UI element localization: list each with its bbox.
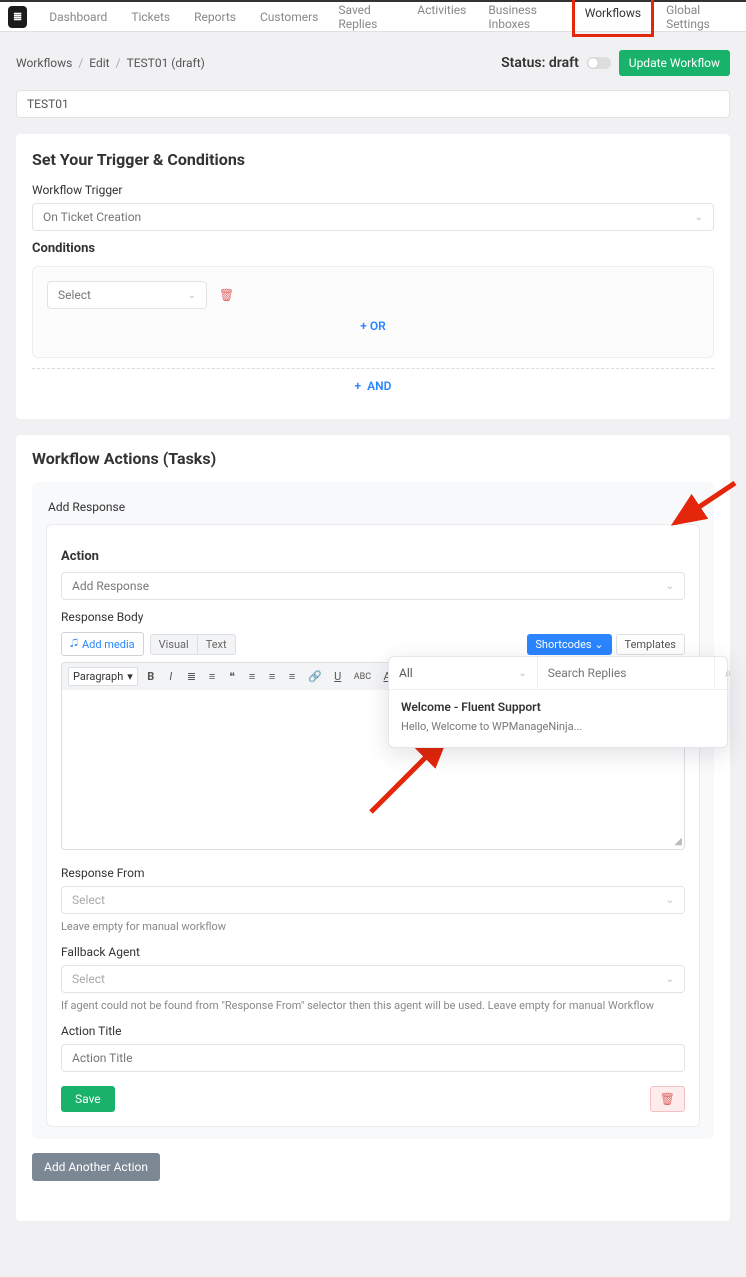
shortcodes-button[interactable]: Shortcodes ⌄ (527, 634, 611, 655)
response-from-help: Leave empty for manual workflow (61, 920, 685, 933)
breadcrumb-sep-2: / (116, 56, 121, 70)
dropdown-icon: ▾ (127, 670, 133, 683)
top-nav: ≣ Dashboard Tickets Reports Customers Sa… (0, 0, 746, 32)
underline-button[interactable]: U (331, 668, 345, 685)
status-block: Status: draft Update Workflow (501, 50, 730, 76)
ul-button[interactable]: ≣ (184, 668, 199, 685)
nav-dashboard[interactable]: Dashboard (39, 4, 117, 30)
nav-left: Dashboard Tickets Reports Customers (39, 4, 328, 30)
nav-saved-replies[interactable]: Saved Replies (328, 0, 405, 37)
breadcrumb-current: TEST01 (draft) (127, 56, 205, 70)
nav-customers[interactable]: Customers (250, 4, 328, 30)
align-center-button[interactable]: ≡ (265, 668, 279, 685)
chevron-down-icon: ⌄ (666, 895, 674, 906)
chevron-down-icon: ⌄ (666, 581, 674, 592)
media-icon: 🎜 (70, 637, 78, 651)
action-select[interactable]: Add Response ⌄ (61, 572, 685, 600)
popover-filter-select[interactable]: All ⌄ (389, 657, 538, 689)
status-toggle[interactable] (587, 57, 611, 69)
breadcrumb-sep-1: / (78, 56, 83, 70)
editor-top-row: 🎜 Add media Visual Text Shortcodes ⌄ Tem… (61, 632, 685, 656)
save-button[interactable]: Save (61, 1086, 115, 1112)
add-and-button[interactable]: + AND (32, 368, 714, 393)
response-from-select[interactable]: Select ⌄ (61, 886, 685, 914)
breadcrumb-root[interactable]: Workflows (16, 56, 72, 70)
breadcrumb: Workflows / Edit / TEST01 (draft) (16, 56, 205, 70)
nav-business-inboxes[interactable]: Business Inboxes (478, 0, 569, 37)
popover-item-desc: Hello, Welcome to WPManageNinja... (401, 720, 715, 733)
action-card: Action Add Response ⌄ Response Body 🎜 Ad… (46, 524, 700, 1127)
action-title-label: Action Title (61, 1024, 685, 1038)
trigger-heading: Set Your Trigger & Conditions (32, 150, 714, 169)
add-another-action-button[interactable]: Add Another Action (32, 1153, 160, 1181)
resize-handle-icon[interactable]: ◢ (674, 836, 682, 847)
nav-reports[interactable]: Reports (184, 4, 246, 30)
fallback-agent-label: Fallback Agent (61, 945, 685, 959)
chevron-down-icon: ⌄ (690, 502, 698, 513)
conditions-box: Select ⌄ 🗑 +OR (32, 266, 714, 358)
workflow-title-input[interactable] (16, 90, 730, 118)
search-icon[interactable]: ⌕ (714, 657, 742, 689)
add-or-button[interactable]: +OR (47, 319, 699, 333)
templates-popover: All ⌄ ⌕ Welcome - Fluent Support Hello, … (388, 656, 728, 748)
templates-button[interactable]: Templates (616, 634, 685, 655)
chevron-down-icon: ⌄ (518, 668, 526, 679)
actions-heading: Workflow Actions (Tasks) (32, 449, 714, 468)
breadcrumb-edit[interactable]: Edit (89, 56, 109, 70)
nav-right: Saved Replies Activities Business Inboxe… (328, 0, 738, 37)
fallback-agent-select[interactable]: Select ⌄ (61, 965, 685, 993)
app-logo: ≣ (8, 6, 27, 28)
trigger-select[interactable]: On Ticket Creation ⌄ (32, 203, 714, 231)
add-media-button[interactable]: 🎜 Add media (61, 632, 144, 656)
chevron-down-icon: ⌄ (695, 212, 703, 223)
align-right-button[interactable]: ≡ (285, 668, 299, 685)
paragraph-select[interactable]: Paragraph▾ (68, 667, 138, 686)
fallback-help: If agent could not be found from "Respon… (61, 999, 685, 1012)
delete-condition-button[interactable]: 🗑 (219, 288, 234, 302)
response-body-label: Response Body (61, 610, 685, 624)
bold-button[interactable]: B (144, 668, 158, 685)
trigger-card: Workflow Trigger On Ticket Creation ⌄ Co… (32, 183, 714, 393)
update-workflow-button[interactable]: Update Workflow (619, 50, 730, 76)
nav-activities[interactable]: Activities (407, 0, 476, 37)
popover-item[interactable]: Welcome - Fluent Support Hello, Welcome … (389, 690, 727, 747)
link-button[interactable]: 🔗 (305, 668, 325, 685)
status-label: Status: draft (501, 55, 579, 71)
nav-workflows[interactable]: Workflows (572, 0, 654, 37)
condition-row: Select ⌄ 🗑 (47, 281, 699, 309)
condition-select[interactable]: Select ⌄ (47, 281, 207, 309)
add-response-label: Add Response (48, 500, 125, 514)
nav-tickets[interactable]: Tickets (121, 4, 180, 30)
action-label: Action (61, 549, 685, 564)
chevron-down-icon: ⌄ (188, 290, 196, 301)
add-response-header[interactable]: Add Response ⌄ (46, 494, 700, 524)
chevron-down-icon: ⌄ (594, 638, 603, 651)
action-title-input[interactable] (61, 1044, 685, 1072)
ol-button[interactable]: ≡ (205, 668, 219, 685)
text-tab[interactable]: Text (198, 634, 236, 655)
actions-section: Workflow Actions (Tasks) Add Response ⌄ … (16, 435, 730, 1221)
conditions-label: Conditions (32, 241, 714, 256)
italic-button[interactable]: I (164, 668, 178, 685)
nav-global-settings[interactable]: Global Settings (656, 0, 738, 37)
abc-button[interactable]: ABC (351, 670, 374, 684)
popover-item-title: Welcome - Fluent Support (401, 700, 715, 714)
popover-search-input[interactable] (538, 658, 714, 688)
chevron-down-icon: ⌄ (666, 974, 674, 985)
page-header: Workflows / Edit / TEST01 (draft) Status… (16, 44, 730, 82)
trigger-section: Set Your Trigger & Conditions Workflow T… (16, 134, 730, 419)
response-from-label: Response From (61, 866, 685, 880)
response-wrapper: Add Response ⌄ Action Add Response ⌄ Res… (32, 482, 714, 1139)
trigger-value: On Ticket Creation (43, 210, 141, 224)
align-left-button[interactable]: ≡ (245, 668, 259, 685)
delete-action-button[interactable]: 🗑 (650, 1086, 685, 1112)
visual-tab[interactable]: Visual (150, 634, 198, 655)
quote-button[interactable]: ❝ (225, 668, 239, 685)
trigger-label: Workflow Trigger (32, 183, 714, 197)
